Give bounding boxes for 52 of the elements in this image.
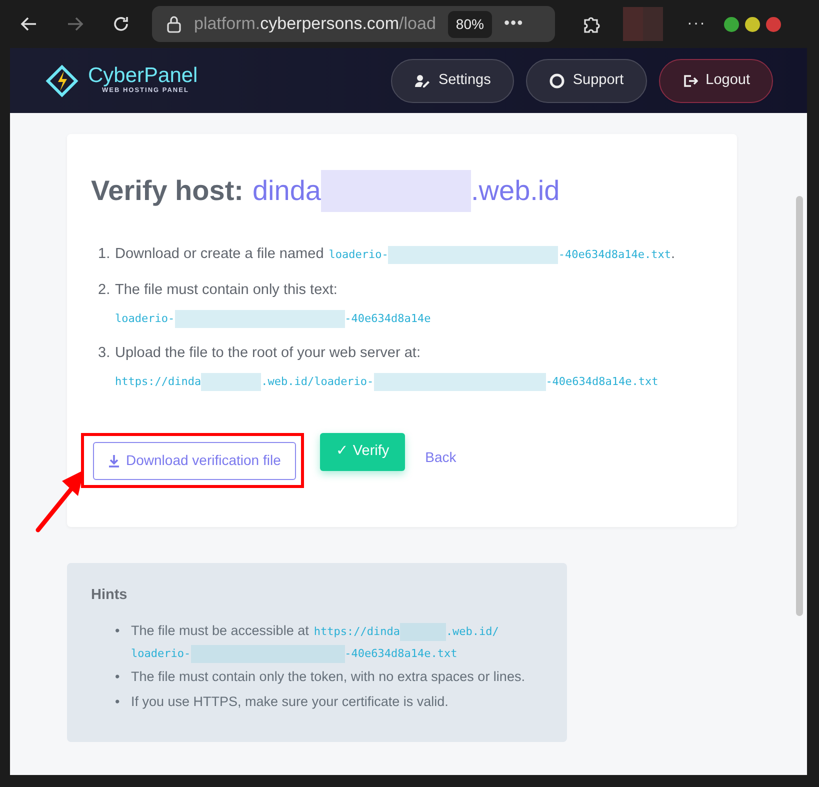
support-button[interactable]: Support	[526, 58, 647, 102]
hint-text: If you use HTTPS, make sure your certificate is valid.	[131, 694, 448, 708]
step-number: 3.	[98, 344, 110, 364]
code-text: loaderio-	[328, 247, 388, 263]
logo-icon	[44, 62, 80, 98]
hint-text: The file must be accessible at	[131, 622, 309, 638]
host-name: dinda	[252, 174, 321, 208]
close-icon[interactable]	[766, 16, 781, 32]
user-edit-icon	[414, 72, 430, 88]
redaction-block	[400, 623, 446, 641]
code-text: -40e634d8a14e.txt	[344, 646, 458, 662]
step-number: 2.	[98, 280, 110, 300]
code-text: https://dinda	[314, 624, 400, 640]
zoom-level[interactable]: 80%	[448, 10, 492, 38]
address-bar[interactable]: platform.cyberpersons.com/load 80% •••	[152, 6, 555, 42]
bullet: •	[115, 622, 120, 640]
step-number: 1.	[98, 245, 110, 264]
code-text: -40e634d8a14e.txt	[546, 374, 658, 390]
reload-icon[interactable]	[111, 14, 131, 34]
hints-title: Hints	[91, 586, 128, 605]
bullet: •	[115, 668, 120, 686]
more-button[interactable]: ···	[687, 12, 706, 36]
logout-icon	[682, 72, 698, 88]
step-text: The file must contain only this text:	[115, 282, 338, 298]
hint-text: The file must contain only the token, with no extra spaces or lines.	[131, 669, 525, 684]
host-name: .web.id	[471, 174, 560, 208]
code-text: loaderio-	[115, 310, 175, 326]
lock-icon	[166, 15, 182, 33]
settings-button[interactable]: Settings	[391, 58, 514, 102]
bullet: •	[115, 692, 120, 710]
menu-button[interactable]: •••	[504, 12, 524, 36]
download-icon	[108, 454, 120, 468]
code-text: .web.id/	[446, 624, 499, 640]
scrollbar[interactable]	[796, 196, 803, 616]
code-text: https://dinda	[115, 374, 202, 390]
brand-name: CyberPanel	[88, 65, 198, 86]
punctuation: .	[670, 246, 675, 262]
logout-button[interactable]: Logout	[658, 58, 773, 102]
code-text: -40e634d8a14e	[344, 310, 431, 326]
code-text: loaderio-	[131, 646, 191, 662]
maximize-icon[interactable]	[744, 16, 760, 32]
lifebuoy-icon	[548, 72, 565, 88]
step-text: Upload the file to the root of your web server at:	[115, 345, 420, 362]
step-text: Download or create a file named	[115, 246, 324, 262]
download-button[interactable]: Download verification file	[93, 442, 296, 480]
page-title: Verify host:	[91, 174, 244, 208]
minimize-icon[interactable]	[724, 16, 739, 32]
puzzle-icon[interactable]	[581, 14, 601, 34]
code-text: .web.id/loaderio-	[261, 374, 374, 390]
code-text: -40e634d8a14e.txt	[558, 247, 671, 263]
back-link[interactable]: Back	[425, 446, 456, 468]
redaction-block	[201, 373, 262, 392]
